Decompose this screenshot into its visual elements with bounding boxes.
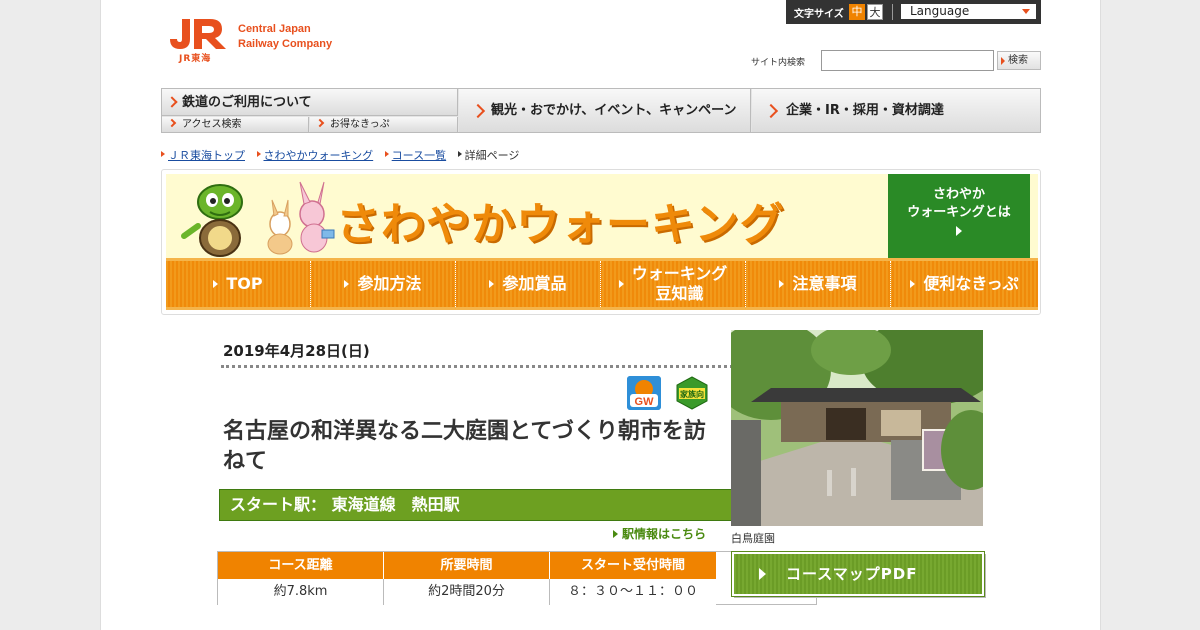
station-info-link[interactable]: 駅情報はこちら (613, 525, 706, 542)
about-line1: さわやか (932, 187, 985, 202)
tab-prizes-label: 参加賞品 (502, 274, 567, 293)
nav-corporate[interactable]: 企業・IR・採用・資材調達 (752, 89, 1040, 132)
search-button[interactable]: 検索 (997, 51, 1041, 70)
triangle-right-icon (779, 280, 785, 288)
gw-badge-text: GW (635, 396, 655, 408)
table-header-duration: 所要時間 (384, 552, 550, 579)
breadcrumb: ＪＲ東海トップ さわやかウォーキング コース一覧 詳細ページ (161, 147, 527, 163)
triangle-right-icon (618, 280, 624, 288)
chevron-right-icon (763, 103, 779, 119)
mascot-illustration (181, 181, 335, 257)
nav-access-search-label: アクセス検索 (182, 119, 242, 130)
logo-line1: Central Japan (238, 23, 311, 35)
utility-divider (892, 4, 893, 20)
triangle-right-icon (956, 226, 962, 236)
nav-discount-tickets-label: お得なきっぷ (330, 119, 390, 130)
tab-top[interactable]: TOP (166, 261, 311, 307)
tab-how-to-join[interactable]: 参加方法 (311, 261, 456, 307)
tab-convenient-tickets-label: 便利なきっぷ (923, 274, 1019, 293)
tab-how-to-join-label: 参加方法 (357, 274, 422, 293)
photo-caption: 白鳥庭園 (731, 532, 775, 545)
tab-top-label: TOP (226, 274, 263, 293)
triangle-right-icon (759, 568, 766, 580)
triangle-right-icon (344, 280, 350, 288)
tab-walking-tips-label: ウォーキング 豆知識 (631, 264, 728, 303)
logo-company-name: Central Japan Railway Company (238, 22, 332, 52)
family-badge-icon: 家族向 (676, 376, 708, 410)
language-select[interactable]: Language (901, 4, 1036, 19)
nav-railway-usage[interactable]: 鉄道のご利用について (162, 89, 458, 116)
logo-line2: Railway Company (238, 38, 333, 50)
start-station-bar: スタート駅： 東海道線 熱田駅 (219, 489, 816, 521)
table-header-distance: コース距離 (218, 552, 384, 579)
font-size-medium-button[interactable]: 中 (849, 4, 865, 20)
nav-access-search[interactable]: アクセス検索 (162, 117, 309, 132)
site-search-label: サイト内検索 (751, 58, 806, 68)
chevron-right-icon (315, 118, 325, 128)
course-info-table: コース距離 所要時間 スタート受付時間 約7.8km 約2時間20分 ８：３０～… (217, 551, 817, 605)
chevron-right-icon (470, 103, 486, 119)
walking-banner: さわやかウォーキング さわやか ウォーキングとは TOP 参加方法 参加賞品 ウ… (161, 169, 1041, 315)
language-select-label: Language (910, 4, 970, 18)
walking-tabs: TOP 参加方法 参加賞品 ウォーキング 豆知識 注意事項 便利なきっぷ (166, 258, 1038, 310)
triangle-right-icon (489, 280, 495, 288)
logo-subtext: JR東海 (179, 54, 212, 64)
breadcrumb-course-list[interactable]: コース一覧 (384, 147, 446, 163)
about-walking-button[interactable]: さわやか ウォーキングとは (888, 174, 1030, 258)
tab-notes-label: 注意事項 (792, 274, 857, 293)
course-title: 名古屋の和洋異なる二大庭園とてづくり朝市を訪ねて (223, 419, 706, 474)
tab-walking-tips[interactable]: ウォーキング 豆知識 (601, 261, 746, 307)
breadcrumb-sawayaka-walking[interactable]: さわやかウォーキング (256, 147, 373, 163)
triangle-right-icon (910, 280, 916, 288)
table-cell-distance: 約7.8km (218, 579, 384, 605)
nav-corporate-label: 企業・IR・採用・資材調達 (786, 103, 944, 118)
course-map-pdf-button[interactable]: コースマップPDF (731, 551, 985, 597)
font-size-large-button[interactable]: 大 (867, 4, 883, 20)
course-map-pdf-label: コースマップPDF (786, 565, 918, 583)
triangle-right-icon (213, 280, 219, 288)
banner-title: さわやかウォーキング (336, 199, 785, 250)
about-line2: ウォーキングとは (907, 205, 1011, 220)
event-date: 2019年4月28日(日) (223, 342, 370, 360)
table-cell-duration: 約2時間20分 (384, 579, 550, 605)
breadcrumb-jr-top[interactable]: ＪＲ東海トップ (161, 147, 245, 163)
nav-tourism-events-label: 観光・おでかけ、イベント、キャンペーン (491, 103, 737, 118)
breadcrumb-current: 詳細ページ (457, 147, 519, 163)
garden-photo (731, 330, 983, 526)
tab-convenient-tickets[interactable]: 便利なきっぷ (891, 261, 1038, 307)
banner-header: さわやかウォーキング さわやか ウォーキングとは (166, 174, 1038, 258)
start-station-label: スタート駅： (230, 495, 327, 514)
chevron-right-icon (167, 118, 177, 128)
family-badge-text: 家族向 (680, 389, 704, 399)
global-nav: 鉄道のご利用について アクセス検索 お得なきっぷ 観光・おでかけ、イベント、キャ… (161, 88, 1041, 133)
table-cell-reception: ８：３０～１１：００ (550, 579, 716, 605)
page-container: JR東海 Central Japan Railway Company 文字サイズ… (100, 0, 1101, 630)
jr-logo-mark (170, 19, 226, 49)
start-station-name: 東海道線 熱田駅 (331, 495, 460, 514)
jr-central-logo[interactable]: JR東海 Central Japan Railway Company (166, 17, 356, 64)
nav-tourism-events[interactable]: 観光・おでかけ、イベント、キャンペーン (459, 89, 751, 132)
nav-railway-usage-label: 鉄道のご利用について (182, 95, 312, 110)
gw-badge-icon: GW (627, 376, 661, 410)
utility-bar: 文字サイズ 中 大 Language (786, 0, 1041, 24)
font-size-label: 文字サイズ (794, 9, 844, 20)
nav-discount-tickets[interactable]: お得なきっぷ (310, 117, 458, 132)
site-search-input[interactable] (821, 50, 994, 71)
tab-prizes[interactable]: 参加賞品 (456, 261, 601, 307)
chevron-right-icon (166, 96, 178, 108)
chevron-down-icon (1022, 9, 1030, 14)
tab-notes[interactable]: 注意事項 (746, 261, 891, 307)
dotted-divider (221, 365, 811, 369)
table-header-reception: スタート受付時間 (550, 552, 716, 579)
